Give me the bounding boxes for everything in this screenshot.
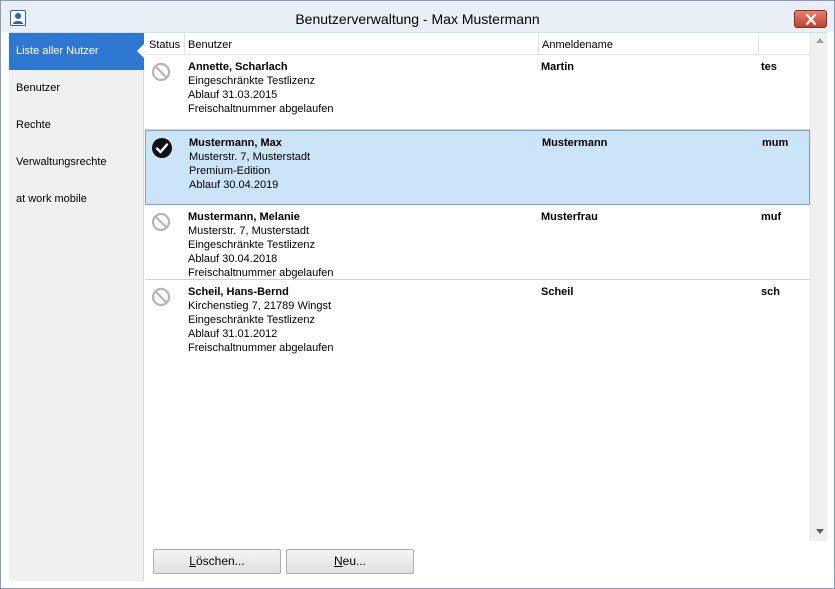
prohibited-icon	[151, 287, 171, 307]
table-row-selected[interactable]: Mustermann, Max Musterstr. 7, Musterstad…	[145, 130, 810, 205]
user-cell: Mustermann, Max Musterstr. 7, Musterstad…	[189, 136, 534, 192]
user-detail: Kirchenstieg 7, 21789 Wingst	[188, 300, 332, 312]
column-header-login[interactable]: Anmeldename	[539, 33, 759, 55]
sidebar-item-user-list[interactable]: Liste aller Nutzer	[9, 33, 145, 70]
prohibited-icon	[151, 62, 171, 82]
content-area: Liste aller Nutzer Benutzer Rechte Verwa…	[9, 32, 827, 581]
user-detail: Freischaltnummer abgelaufen	[188, 267, 334, 279]
sidebar-item-label: at work mobile	[16, 193, 87, 205]
table-row[interactable]: Annette, Scharlach Eingeschränkte Testli…	[145, 55, 810, 130]
user-detail: Musterstr. 7, Musterstadt	[189, 151, 311, 163]
column-header-status[interactable]: Status	[145, 33, 185, 55]
scroll-up-button[interactable]	[811, 33, 828, 50]
table-row[interactable]: Mustermann, Melanie Musterstr. 7, Muster…	[145, 205, 810, 280]
sidebar-item-label: Liste aller Nutzer	[16, 45, 99, 57]
sidebar-item-rights[interactable]: Rechte	[9, 107, 144, 144]
user-cell: Annette, Scharlach Eingeschränkte Testli…	[188, 60, 533, 116]
user-detail: Ablauf 31.03.2015	[188, 89, 278, 101]
user-cell: Scheil, Hans-Bernd Kirchenstieg 7, 21789…	[188, 285, 533, 355]
delete-button[interactable]: Löschen...	[153, 549, 281, 574]
delete-button-mnemonic: L	[189, 554, 196, 568]
delete-button-label: öschen...	[195, 554, 245, 568]
user-detail: Eingeschränkte Testlizenz	[188, 75, 315, 87]
user-detail: Musterstr. 7, Musterstadt	[188, 225, 310, 237]
chevron-down-icon	[815, 529, 824, 534]
user-name: Scheil, Hans-Bernd	[188, 286, 289, 298]
sidebar-item-admin-rights[interactable]: Verwaltungsrechte	[9, 144, 144, 181]
user-detail: Ablauf 30.04.2019	[189, 179, 279, 191]
login-name: Mustermann	[542, 137, 608, 149]
user-name: Mustermann, Melanie	[188, 211, 300, 223]
checkmark-circle-icon	[152, 138, 172, 158]
user-cell: Mustermann, Melanie Musterstr. 7, Muster…	[188, 210, 533, 280]
sidebar-item-label: Verwaltungsrechte	[16, 156, 107, 168]
user-detail: Premium-Edition	[189, 165, 271, 177]
new-button-label: eu...	[342, 554, 367, 568]
login-name: Scheil	[541, 286, 574, 298]
short-name: muf	[761, 211, 782, 223]
login-name: Musterfrau	[541, 211, 598, 223]
new-button-mnemonic: N	[333, 554, 343, 568]
user-management-window: Benutzerverwaltung - Max Mustermann List…	[0, 0, 835, 589]
prohibited-icon	[151, 212, 171, 232]
user-detail: Freischaltnummer abgelaufen	[188, 342, 334, 354]
user-detail: Eingeschränkte Testlizenz	[188, 314, 315, 326]
short-name: mum	[762, 137, 789, 149]
close-icon	[805, 14, 816, 25]
sidebar-item-label: Benutzer	[16, 82, 61, 94]
sidebar: Liste aller Nutzer Benutzer Rechte Verwa…	[9, 33, 145, 581]
title-bar[interactable]: Benutzerverwaltung - Max Mustermann	[1, 1, 834, 32]
column-header-user[interactable]: Benutzer	[185, 33, 539, 55]
user-detail: Ablauf 31.01.2012	[188, 328, 278, 340]
vertical-scrollbar[interactable]	[810, 33, 827, 541]
window-title: Benutzerverwaltung - Max Mustermann	[295, 11, 540, 27]
user-table: Status Benutzer Anmeldename Annette, Sch…	[145, 33, 810, 541]
user-detail: Freischaltnummer abgelaufen	[188, 103, 334, 115]
sidebar-item-users[interactable]: Benutzer	[9, 70, 144, 107]
column-header-short[interactable]	[759, 33, 810, 55]
active-indicator-arrow-icon	[137, 43, 145, 59]
sidebar-item-label: Rechte	[16, 119, 51, 131]
login-name: Martin	[541, 61, 574, 73]
new-button[interactable]: Neu...	[286, 549, 414, 574]
table-row[interactable]: Scheil, Hans-Bernd Kirchenstieg 7, 21789…	[145, 280, 810, 355]
user-detail: Eingeschränkte Testlizenz	[188, 239, 315, 251]
user-name: Mustermann, Max	[189, 137, 282, 149]
close-button[interactable]	[794, 10, 827, 28]
short-name: sch	[761, 286, 780, 298]
sidebar-item-mobile[interactable]: at work mobile	[9, 181, 144, 218]
user-name: Annette, Scharlach	[188, 61, 288, 73]
chevron-up-icon	[815, 38, 824, 43]
scroll-down-button[interactable]	[811, 524, 828, 541]
short-name: tes	[761, 61, 777, 73]
user-detail: Ablauf 30.04.2018	[188, 253, 278, 265]
